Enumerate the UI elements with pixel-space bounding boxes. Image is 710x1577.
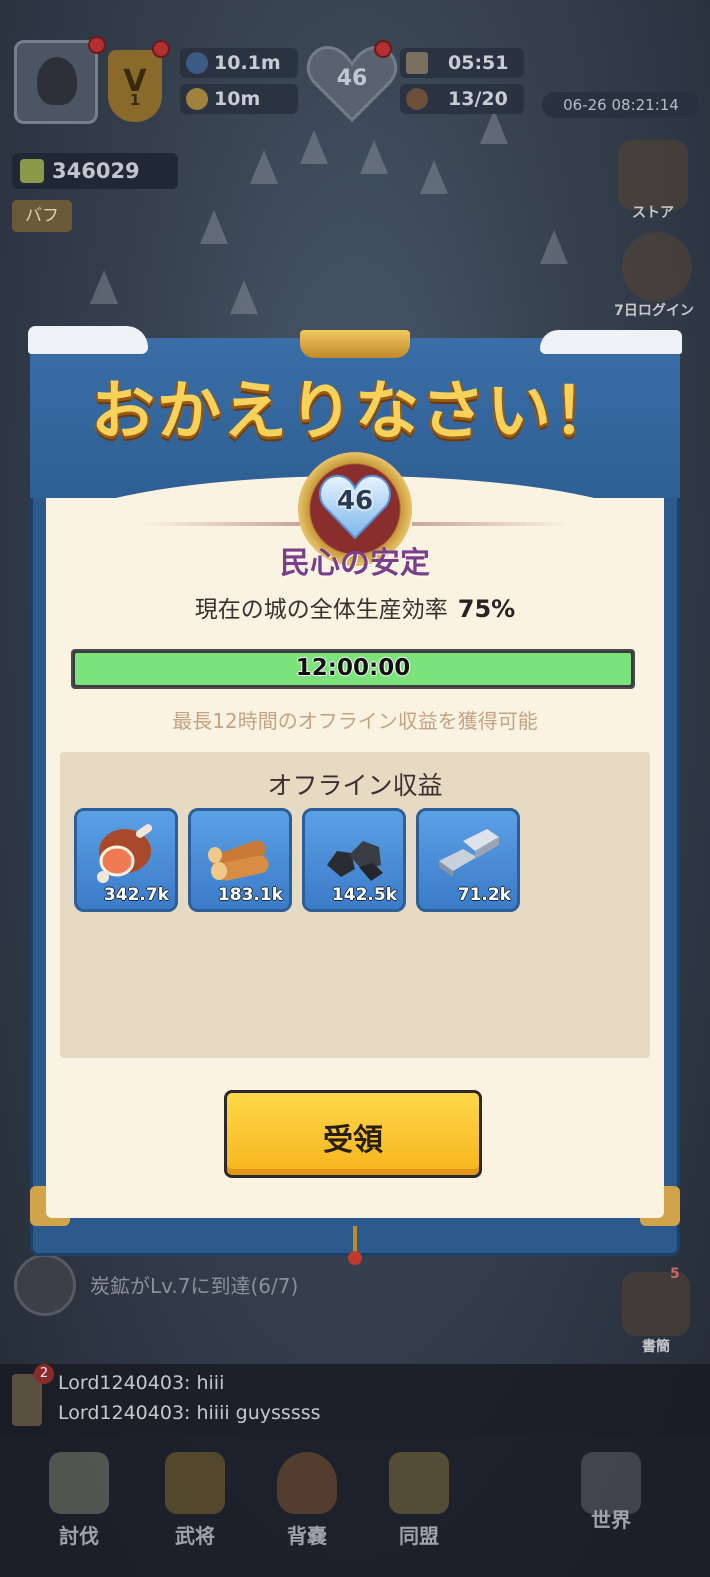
quest-text: 炭鉱がLv.7に到達(6/7)	[90, 1274, 299, 1298]
tree	[230, 280, 258, 314]
snow-decoration	[540, 330, 682, 354]
reward-item-wood[interactable]: 183.1k	[188, 808, 292, 912]
nav-label: 討伐	[59, 1524, 99, 1548]
buff-button[interactable]: バフ	[12, 200, 72, 232]
offline-timer-bar: 12:00:00	[71, 649, 635, 689]
reward-item-coal[interactable]: 142.5k	[302, 808, 406, 912]
reward-item-meat[interactable]: 342.7k	[74, 808, 178, 912]
reward-value: 71.2k	[457, 885, 511, 905]
chat-preview[interactable]: 2 Lord1240403: hiii Lord1240403: hiiii g…	[0, 1364, 710, 1436]
troop-count-value: 13/20	[448, 88, 508, 110]
heart-level-value: 46	[336, 66, 368, 91]
banner-icon	[389, 1452, 449, 1514]
tree	[250, 150, 278, 184]
helmet-icon	[165, 1452, 225, 1514]
power-value: 346029	[52, 159, 140, 183]
hammer-icon	[406, 52, 428, 74]
iron-icon	[439, 829, 499, 877]
resource-stat-bottom[interactable]: 10m	[180, 84, 298, 114]
player-avatar[interactable]	[14, 40, 98, 124]
resource-stat-top[interactable]: 10.1m	[180, 48, 298, 78]
login-reward-button[interactable]	[622, 232, 692, 302]
gold-ornament	[300, 330, 410, 358]
nav-label: 世界	[591, 1508, 631, 1532]
offline-note: 最長12時間のオフライン収益を獲得可能	[172, 709, 538, 733]
build-timer-value: 05:51	[448, 52, 509, 74]
offline-earnings-box: オフライン収益 342.7k 183.1k 142.5k 71.2k	[60, 752, 650, 1058]
mail-button[interactable]	[622, 1272, 690, 1336]
efficiency-row: 現在の城の全体生産効率 75%	[30, 590, 680, 624]
store-label: ストア	[632, 205, 674, 221]
claim-button-label: 受領	[323, 1123, 383, 1158]
reward-value: 183.1k	[217, 885, 283, 905]
claim-button[interactable]: 受領	[224, 1090, 482, 1178]
chat-line: Lord1240403: hiii	[58, 1372, 225, 1394]
wood-icon	[208, 840, 269, 881]
nav-item-generals[interactable]: 武将	[140, 1436, 250, 1577]
nav-label: 武将	[175, 1524, 215, 1548]
tree	[480, 110, 508, 144]
tree	[300, 130, 328, 164]
soldier-icon	[406, 88, 428, 110]
efficiency-label: 現在の城の全体生産効率	[194, 597, 448, 623]
mail-badge: 5	[670, 1266, 680, 1282]
tree	[90, 270, 118, 304]
nav-label: 背嚢	[287, 1524, 327, 1548]
vip-badge[interactable]: V 1	[108, 50, 162, 122]
tree	[420, 160, 448, 194]
dialog-title: おかえりなさい！	[91, 375, 619, 449]
divider-ornament	[412, 522, 572, 526]
tree	[360, 140, 388, 174]
earnings-title: オフライン収益	[267, 771, 443, 800]
sword-icon	[186, 52, 208, 74]
power-display[interactable]: 346029	[12, 153, 178, 189]
power-icon	[20, 159, 44, 183]
coal-icon	[327, 841, 383, 881]
heart-level-value: 46	[336, 486, 374, 516]
nav-item-world[interactable]: 世界	[556, 1436, 666, 1577]
login-reward-label: 7日ログイン	[614, 303, 694, 319]
welcome-back-dialog: おかえりなさい！ 46 民心の安定 現在の城の全体生産効率 75% 12:00:0…	[28, 326, 682, 1265]
store-button[interactable]	[618, 140, 688, 210]
bag-icon	[277, 1452, 337, 1514]
resource-stat-bottom-value: 10m	[214, 88, 261, 110]
notification-dot	[152, 40, 170, 58]
divider-ornament	[140, 522, 300, 526]
resource-stat-top-value: 10.1m	[214, 52, 281, 74]
pin-ornament	[348, 1226, 362, 1265]
nav-item-alliance[interactable]: 同盟	[364, 1436, 474, 1577]
troop-count[interactable]: 13/20	[400, 84, 524, 114]
offline-timer-text: 12:00:00	[295, 655, 411, 681]
coin-icon	[186, 88, 208, 110]
vip-level: 1	[129, 91, 141, 109]
reward-item-iron[interactable]: 71.2k	[416, 808, 520, 912]
bottom-navigation: 討伐 武将 背嚢 同盟 世界	[0, 1436, 710, 1577]
chat-line: Lord1240403: hiiii guysssss	[58, 1402, 321, 1424]
quest-icon	[14, 1254, 76, 1316]
mail-label: 書簡	[642, 1339, 670, 1355]
notification-dot	[88, 36, 106, 54]
reward-value: 342.7k	[103, 885, 169, 905]
tree	[200, 210, 228, 244]
nav-label: 同盟	[399, 1524, 439, 1548]
build-timer[interactable]: 05:51	[400, 48, 524, 78]
efficiency-value: 75%	[457, 595, 516, 623]
nav-item-conquest[interactable]: 討伐	[24, 1436, 134, 1577]
nav-item-bag[interactable]: 背嚢	[252, 1436, 362, 1577]
notification-dot	[374, 40, 392, 58]
stability-label: 民心の安定	[280, 546, 430, 581]
chat-badge: 2	[34, 1364, 54, 1384]
reward-value: 142.5k	[331, 885, 397, 905]
server-time: 06-26 08:21:14	[542, 92, 700, 118]
meat-icon	[97, 824, 153, 883]
crossed-swords-icon	[49, 1452, 109, 1514]
tree	[540, 230, 568, 264]
quest-tracker[interactable]: 炭鉱がLv.7に到達(6/7)	[14, 1254, 614, 1316]
snow-decoration	[28, 326, 148, 354]
